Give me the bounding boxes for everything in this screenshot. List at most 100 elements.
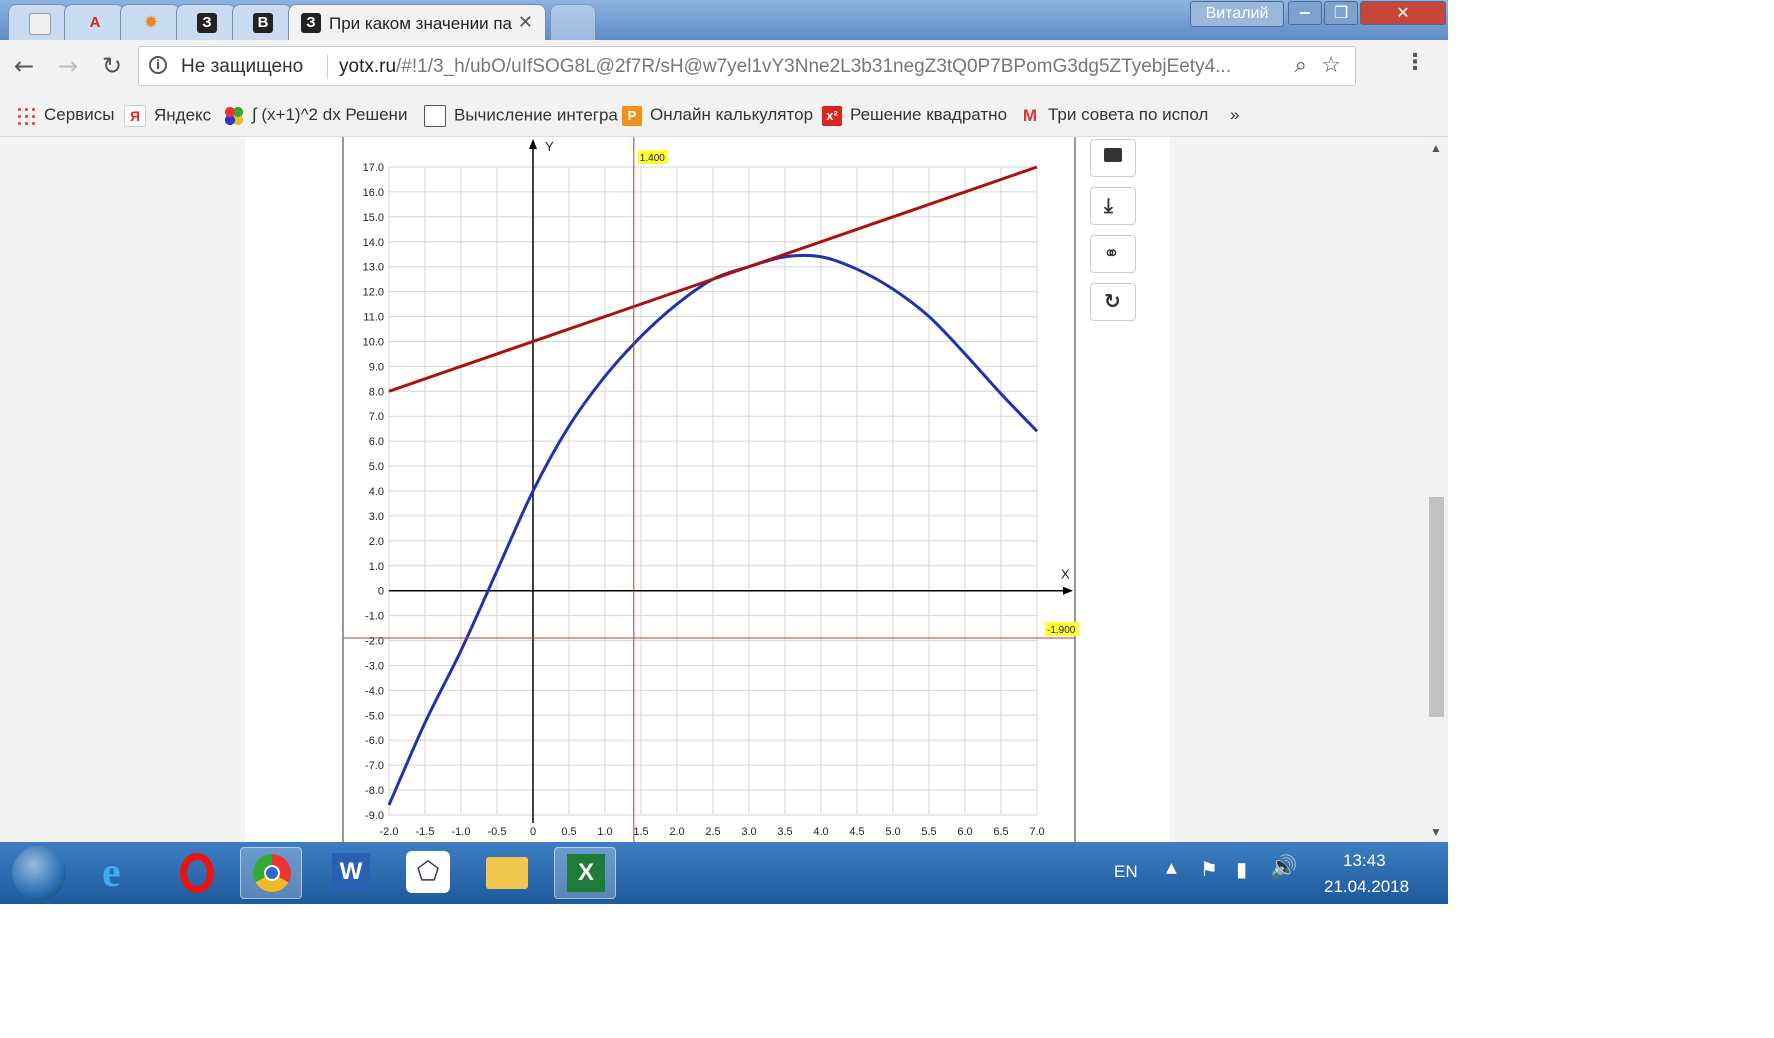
y-tick-label: 5.0 bbox=[369, 461, 384, 473]
tab-active[interactable]: З При каком значении па ✕ bbox=[288, 4, 546, 40]
star-icon[interactable]: ☆ bbox=[1321, 53, 1341, 78]
tab-5[interactable]: В bbox=[232, 4, 292, 40]
address-bar[interactable]: i Не защищено yotx.ru/#!1/3_h/ubO/uIfSOG… bbox=[138, 46, 1356, 86]
opera-taskbar-icon[interactable] bbox=[166, 847, 228, 899]
clock-date[interactable]: 21.04.2018 bbox=[1324, 877, 1409, 897]
y-tick-label: 2.0 bbox=[369, 536, 384, 548]
tray-up-icon[interactable]: ▲ bbox=[1166, 860, 1177, 876]
profile-button[interactable]: Виталий bbox=[1190, 1, 1284, 27]
url-path: /#!1/3_h/ubO/uIfSOG8L@2f7R/sH@w7yel1vY3N… bbox=[396, 56, 1231, 77]
browser-toolbar: ← → ↻ i Не защищено yotx.ru/#!1/3_h/ubO/… bbox=[0, 40, 1448, 98]
y-tick-label: 17.0 bbox=[363, 162, 384, 174]
bookmark-label: Вычисление интегра bbox=[454, 105, 618, 125]
screen: A ✹ З В З При каком значении па ✕ Витали… bbox=[0, 0, 1448, 904]
x-tick-label: 0 bbox=[530, 826, 536, 838]
url-host: yotx.ru bbox=[339, 56, 397, 77]
bookmark-integral[interactable]: ∫ (x+1)^2 dx Решени bbox=[224, 105, 407, 126]
y-tick-label: -9.0 bbox=[365, 810, 384, 822]
share-icon: ↻ bbox=[1104, 289, 1121, 313]
divider bbox=[327, 55, 328, 79]
y-tick-label: 10.0 bbox=[363, 336, 384, 348]
y-tick-label: -6.0 bbox=[365, 735, 384, 747]
vertical-scrollbar[interactable]: ▲ ▼ bbox=[1425, 137, 1448, 842]
y-tick-label: 14.0 bbox=[363, 237, 384, 249]
geogebra-taskbar-icon[interactable]: ⬠ bbox=[398, 847, 460, 899]
y-tick-label: -1.0 bbox=[365, 611, 384, 623]
tab-4[interactable]: З bbox=[176, 4, 236, 40]
reload-icon[interactable]: ↻ bbox=[102, 52, 122, 80]
y-tick-label: 15.0 bbox=[363, 212, 384, 224]
security-label[interactable]: Не защищено bbox=[181, 56, 303, 78]
bookmark-calculator[interactable]: P Онлайн калькулятор bbox=[622, 105, 813, 126]
start-button[interactable] bbox=[12, 846, 66, 900]
v-icon: В bbox=[253, 13, 273, 33]
link-button[interactable]: ⚭ bbox=[1090, 235, 1136, 273]
close-window-button[interactable]: ✕ bbox=[1360, 1, 1446, 25]
geogebra-icon: ⬠ bbox=[406, 851, 450, 893]
bookmark-tips[interactable]: M Три совета по испол bbox=[1020, 105, 1208, 126]
page-content: 17.0 16.0 15.0 14.0 13.0 12.0 11.0 10.0 9.0 8.0 7.… bbox=[0, 137, 1425, 842]
close-tab-icon[interactable]: ✕ bbox=[518, 12, 533, 33]
download-icon: ⤓ bbox=[1104, 193, 1113, 217]
scrollbar-thumb[interactable] bbox=[1429, 497, 1444, 717]
restore-button[interactable]: ❐ bbox=[1324, 1, 1358, 25]
flag-icon[interactable]: ⚑ bbox=[1200, 857, 1218, 881]
bookmark-quadratic[interactable]: x² Решение квадратно bbox=[822, 105, 1007, 126]
explorer-taskbar-icon[interactable] bbox=[476, 847, 538, 899]
url-text[interactable]: yotx.ru/#!1/3_h/ubO/uIfSOG8L@2f7R/sH@w7y… bbox=[339, 56, 1231, 78]
y-tick-label: -4.0 bbox=[365, 685, 384, 697]
browser-titlebar: A ✹ З В З При каком значении па ✕ Витали… bbox=[0, 0, 1448, 40]
red-x-icon: x² bbox=[822, 105, 842, 126]
z-icon: З bbox=[301, 13, 321, 33]
x-tick-label: 2.0 bbox=[669, 826, 684, 838]
back-arrow-icon[interactable]: ← bbox=[14, 52, 34, 80]
y-tick-label: 6.0 bbox=[369, 436, 384, 448]
crosshair-x-label: 1.400 bbox=[640, 153, 665, 164]
menu-icon[interactable]: ⋮ bbox=[1404, 50, 1426, 75]
bookmarks-overflow-button[interactable]: » bbox=[1230, 105, 1239, 125]
word-icon: W bbox=[332, 853, 370, 891]
ie-taskbar-icon[interactable]: e bbox=[92, 847, 154, 899]
y-tick-label: 0 bbox=[378, 586, 384, 598]
bookmark-label: ∫ (x+1)^2 dx Решени bbox=[252, 105, 408, 124]
y-tick-label: -7.0 bbox=[365, 760, 384, 772]
tab-1[interactable] bbox=[8, 4, 68, 40]
scroll-down-icon[interactable]: ▼ bbox=[1430, 825, 1442, 839]
bookmark-integral-calc[interactable]: Вычисление интегра bbox=[424, 105, 618, 127]
bookmark-label: Яндекс bbox=[154, 105, 212, 125]
download-button[interactable]: ⤓ bbox=[1090, 187, 1136, 225]
new-tab-button[interactable] bbox=[550, 4, 596, 40]
x-tick-label: 4.5 bbox=[849, 826, 864, 838]
tab-title: При каком значении па bbox=[329, 14, 512, 33]
chrome-taskbar-icon[interactable] bbox=[240, 847, 302, 899]
excel-taskbar-icon[interactable]: X bbox=[554, 847, 616, 899]
excel-icon: X bbox=[567, 854, 605, 892]
minimize-button[interactable]: − bbox=[1288, 1, 1322, 25]
y-tick-label: 8.0 bbox=[369, 386, 384, 398]
print-button[interactable] bbox=[1090, 139, 1136, 177]
info-icon[interactable]: i bbox=[149, 56, 167, 74]
bookmark-services[interactable]: Сервисы bbox=[16, 105, 114, 126]
y-tick-label: 16.0 bbox=[363, 187, 384, 199]
clock-time[interactable]: 13:43 bbox=[1343, 851, 1386, 871]
x-tick-label: 3.0 bbox=[741, 826, 756, 838]
function-graph[interactable]: 17.0 16.0 15.0 14.0 13.0 12.0 11.0 10.0 9.0 8.0 7.… bbox=[0, 137, 1425, 842]
forward-arrow-icon[interactable]: → bbox=[58, 52, 78, 80]
windows-taskbar: e W ⬠ X EN ▲ ⚑ ▮ 🔊 13:43 21.04.2018 bbox=[0, 842, 1448, 904]
y-tick-label: -5.0 bbox=[365, 710, 384, 722]
colored-dots-icon bbox=[224, 105, 244, 126]
link-icon: ⚭ bbox=[1103, 241, 1120, 265]
word-taskbar-icon[interactable]: W bbox=[320, 847, 382, 899]
share-button[interactable]: ↻ bbox=[1090, 283, 1136, 321]
network-icon[interactable]: ▮ bbox=[1236, 857, 1247, 881]
volume-icon[interactable]: 🔊 bbox=[1270, 855, 1297, 880]
language-indicator[interactable]: EN bbox=[1114, 862, 1138, 882]
tab-2[interactable]: A bbox=[64, 4, 124, 40]
search-icon[interactable]: ⌕ bbox=[1295, 53, 1307, 78]
bookmark-yandex[interactable]: Я Яндекс bbox=[124, 105, 211, 127]
x-tick-label: 6.5 bbox=[993, 826, 1008, 838]
scroll-up-icon[interactable]: ▲ bbox=[1430, 141, 1442, 155]
tab-3[interactable]: ✹ bbox=[120, 4, 180, 40]
app-a-icon: A bbox=[89, 14, 101, 31]
x-tick-label: 1.0 bbox=[597, 826, 612, 838]
